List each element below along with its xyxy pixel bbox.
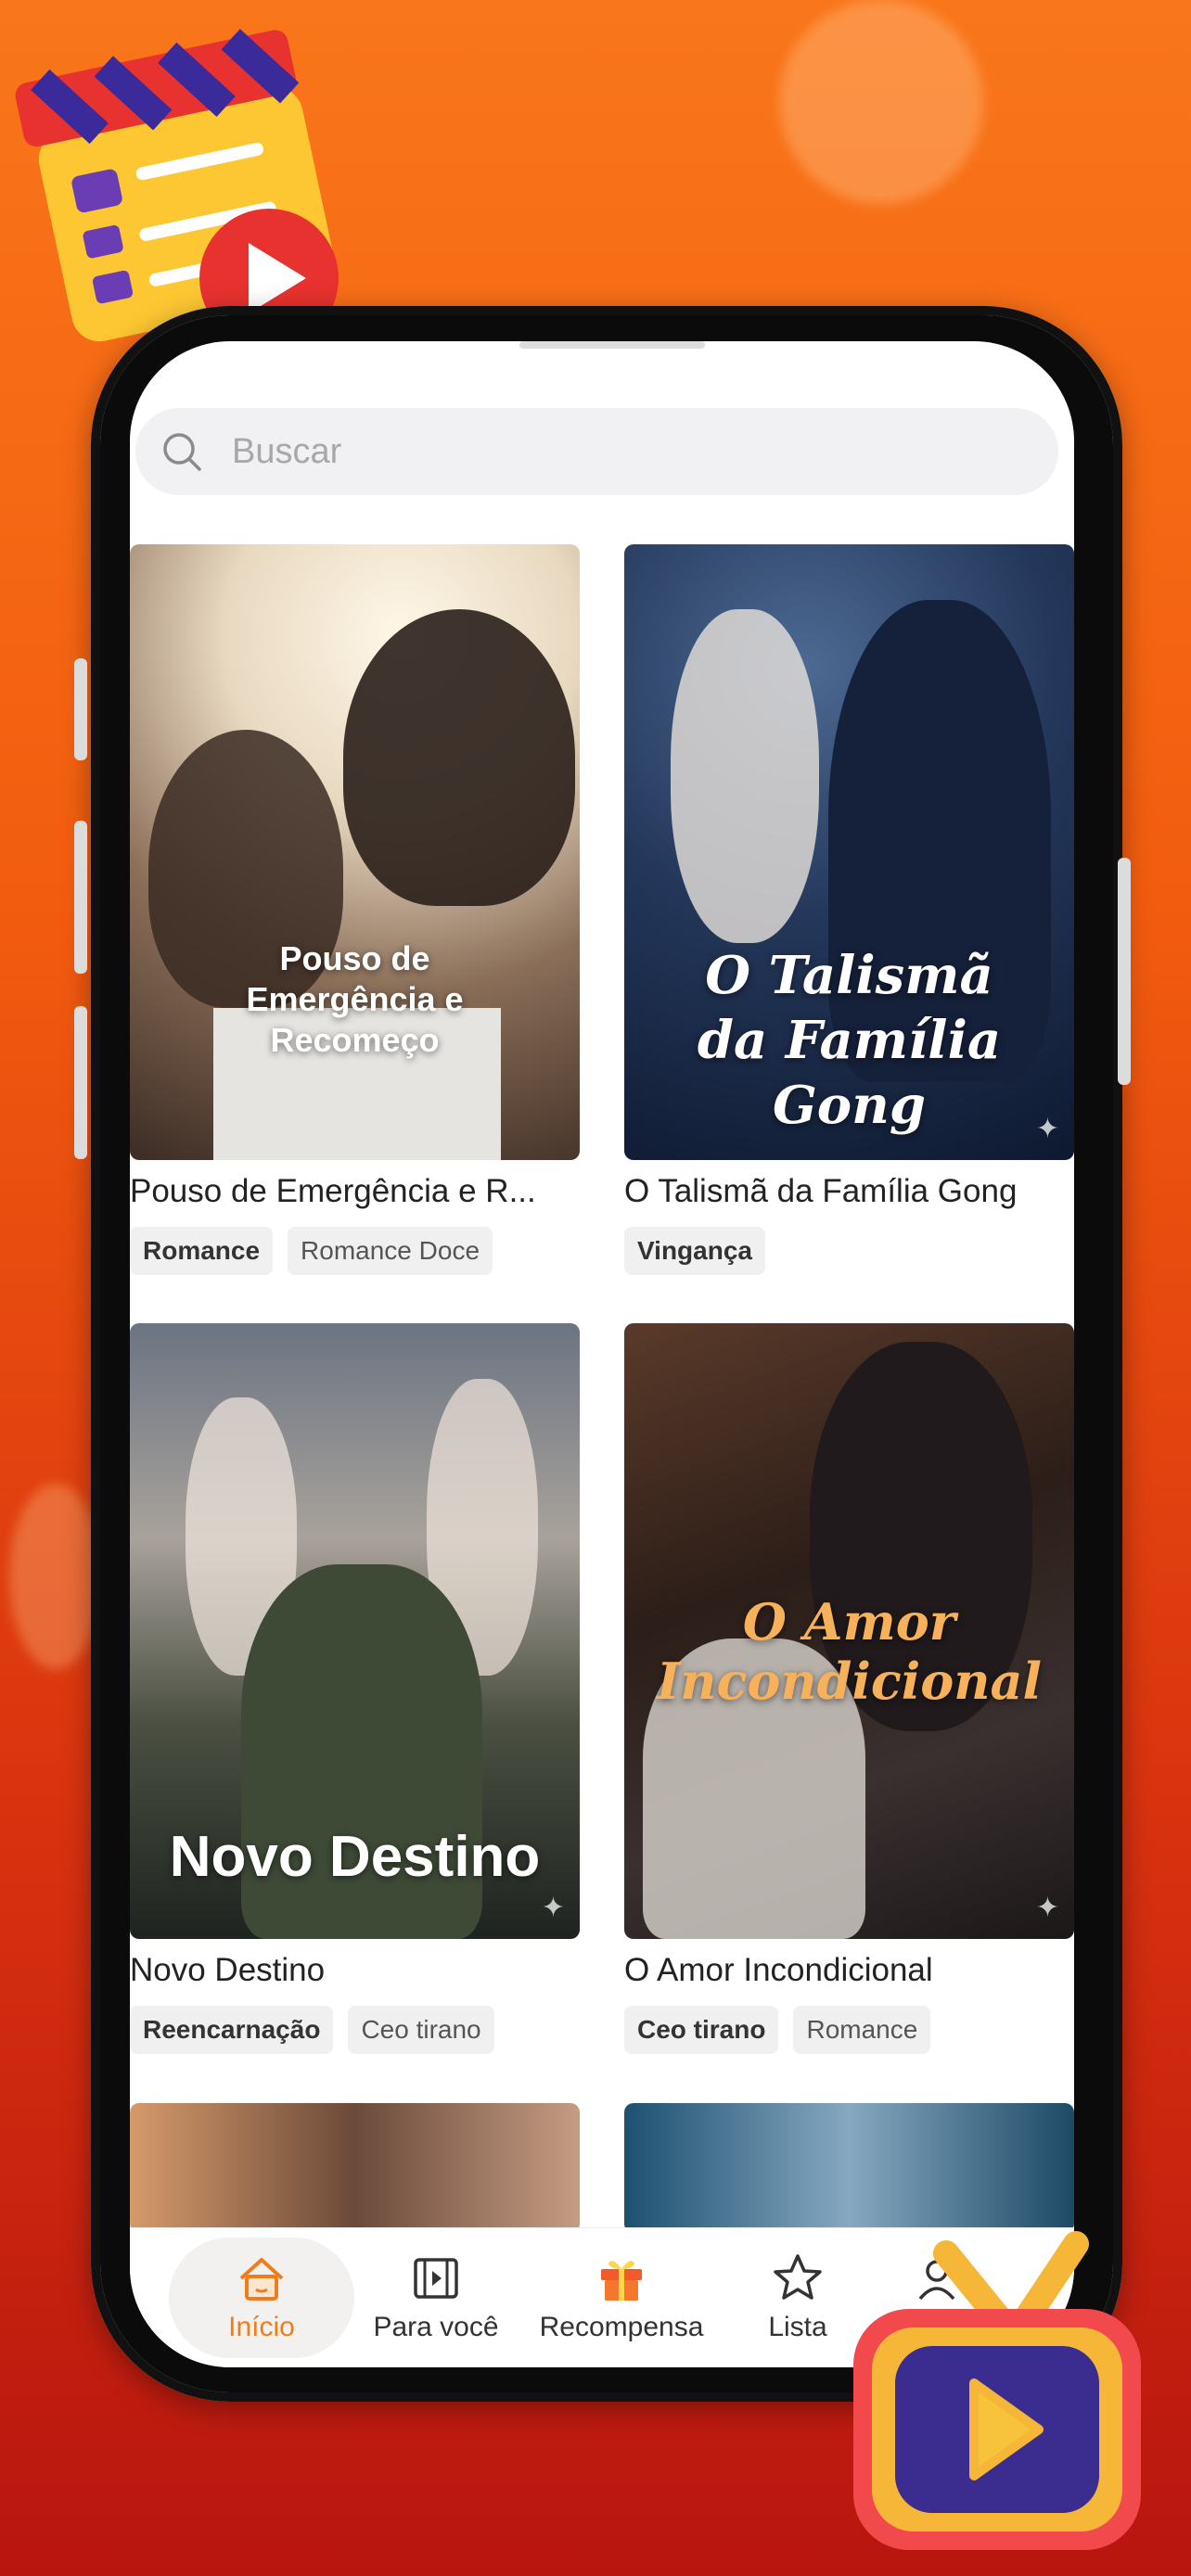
decorative-blob [779,0,983,204]
sparkle-icon: ✦ [1035,1893,1059,1923]
tag-list: Romance Romance Doce [130,1227,580,1275]
poster-title: O Amor Incondicional [656,1592,1043,1711]
sparkle-icon: ✦ [541,1893,565,1923]
drama-card[interactable]: O Talismã da Família Gong ✦ O Talismã da… [624,544,1074,1275]
poster-title: O Talismã da Família Gong [697,945,1002,1136]
drama-poster[interactable]: Novo Destino ✦ [130,1323,580,1939]
drama-card[interactable]: Novo Destino ✦ Novo Destino Reencarnação… [130,1323,580,2054]
drama-title: O Talismã da Família Gong [624,1173,1018,1209]
nav-label: Lista [768,2312,827,2342]
nav-item-inicio[interactable]: Início [187,2251,336,2343]
decorative-blob [9,1484,102,1669]
drama-title: Pouso de Emergência e R... [130,1173,536,1209]
app-screen: Pouso de Emergência e Recomeço Pouso de … [130,341,1074,2367]
sparkle-icon: ✦ [1035,1114,1059,1144]
nav-item-recompensa[interactable]: Recompensa [519,2251,724,2343]
nav-label: Início [228,2312,295,2342]
tag-list: Vingança [624,1227,1074,1275]
drama-card[interactable]: Pouso de Emergência e Recomeço Pouso de … [130,544,580,1275]
tag-list: Ceo tirano Romance [624,2006,1074,2054]
search-bar[interactable] [135,408,1058,495]
tv-play-icon [853,2231,1141,2550]
drama-poster[interactable] [130,2103,580,2233]
nav-label: Para você [373,2312,499,2342]
phone-side-button [74,1006,87,1159]
nav-item-para-voce[interactable]: Para você [352,2251,519,2343]
poster-title: Pouso de Emergência e Recomeço [246,939,464,1059]
nav-item-lista[interactable]: Lista [742,2251,853,2343]
speaker-notch [519,341,705,349]
genre-tag[interactable]: Reencarnação [130,2006,334,2054]
drama-title: O Amor Incondicional [624,1952,933,1988]
phone-side-button [74,658,87,760]
drama-poster[interactable] [624,2103,1074,2233]
drama-poster[interactable]: O Talismã da Família Gong ✦ [624,544,1074,1160]
genre-tag[interactable]: Romance [793,2006,931,2054]
drama-poster[interactable]: Pouso de Emergência e Recomeço [130,544,580,1160]
genre-tag[interactable]: Ceo tirano [348,2006,494,2054]
genre-tag[interactable]: Vingança [624,1227,765,1275]
genre-tag[interactable]: Romance [130,1227,274,1275]
clapperboard-icon [15,29,339,348]
drama-card[interactable]: O Amor Incondicional ✦ O Amor Incondicio… [624,1323,1074,2054]
poster-title: Novo Destino [169,1825,541,1889]
star-icon [774,2254,822,2300]
phone-side-button [74,821,87,974]
drama-poster[interactable]: O Amor Incondicional ✦ [624,1323,1074,1939]
drama-title: Novo Destino [130,1952,326,1988]
gift-icon [601,2261,642,2301]
search-input[interactable] [230,430,976,473]
tag-list: Reencarnação Ceo tirano [130,2006,580,2054]
search-icon [163,433,201,471]
home-icon [239,2258,284,2301]
phone-side-button [1118,858,1131,1085]
genre-tag[interactable]: Romance Doce [288,1227,493,1275]
nav-label: Recompensa [539,2312,704,2342]
genre-tag[interactable]: Ceo tirano [624,2006,779,2054]
film-icon [414,2258,458,2299]
